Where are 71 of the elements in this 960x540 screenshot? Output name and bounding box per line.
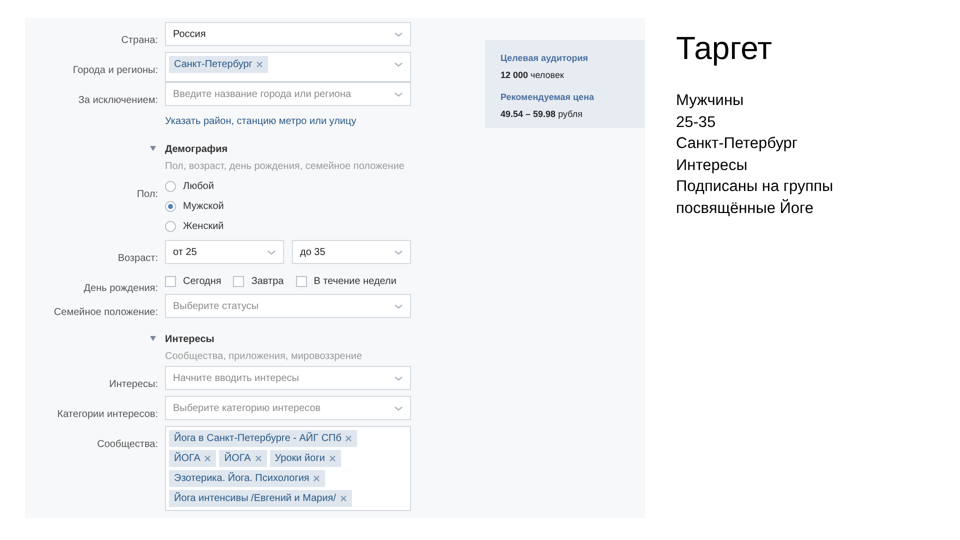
- radio-label: Женский: [183, 220, 224, 234]
- slide-text-line: 25-35: [676, 112, 717, 132]
- age-select-field[interactable]: от 25: [165, 240, 284, 264]
- summary-title: Рекомендуемая цена: [500, 91, 596, 104]
- address-link[interactable]: Указать район, станцию метро или улицу: [165, 112, 356, 134]
- remove-icon[interactable]: [328, 455, 336, 462]
- tag-input-field[interactable]: Йога в Санкт-Петербурге - АЙГ СПб ЙОГА ЙОГА Уроки йоги Эзотерика. Йога. Психология Йога интенсивы /Евгений и Мария/: [165, 426, 411, 511]
- tag-chip[interactable]: Йога интенсивы /Евгений и Мария/: [169, 490, 352, 507]
- radio-label: Любой: [183, 180, 214, 194]
- field-label: Семейное положение:: [54, 307, 158, 318]
- field-label: Категории интересов:: [57, 409, 158, 420]
- triangle-down-icon[interactable]: [150, 146, 156, 151]
- radio-button[interactable]: [165, 220, 176, 232]
- tag-chip[interactable]: Эзотерика. Йога. Психология: [169, 470, 326, 487]
- checkbox[interactable]: [296, 276, 307, 286]
- chevron-down-icon: [394, 32, 403, 36]
- chevron-down-icon: [394, 62, 403, 67]
- checkbox-label: Сегодня: [183, 274, 222, 288]
- checkbox[interactable]: [233, 276, 244, 286]
- remove-icon[interactable]: [340, 495, 347, 502]
- summary-value: 12 000 человек: [500, 68, 565, 82]
- remove-icon[interactable]: [254, 455, 262, 462]
- select-field[interactable]: Выберите статусы: [165, 294, 411, 318]
- remove-icon[interactable]: [345, 435, 352, 442]
- chevron-down-icon: [394, 376, 403, 380]
- section-title[interactable]: Демография: [165, 142, 404, 157]
- select-field[interactable]: Введите название города или региона: [165, 82, 411, 106]
- section-subtitle: Сообщества, приложения, мировоззрение: [165, 350, 362, 364]
- tag-chip[interactable]: Уроки йоги: [270, 450, 341, 467]
- field-label: Пол:: [136, 189, 158, 200]
- radio-button[interactable]: [165, 200, 176, 212]
- slide-text-line: Интересы: [676, 156, 748, 176]
- remove-icon[interactable]: [313, 475, 320, 482]
- triangle-down-icon[interactable]: [150, 336, 156, 341]
- tag-chip[interactable]: ЙОГА: [169, 450, 216, 467]
- slide-text-line: Мужчины: [676, 91, 745, 111]
- checkbox[interactable]: [165, 276, 176, 286]
- chevron-down-icon: [267, 250, 276, 254]
- chevron-down-icon: [394, 406, 403, 410]
- slide-text-line: посвящённые Йоге: [676, 198, 814, 218]
- radio-label: Мужской: [183, 200, 224, 214]
- radio-button[interactable]: [165, 180, 176, 192]
- tag-chip[interactable]: Санкт-Петербург: [169, 56, 268, 73]
- slide-title: Таргет: [676, 29, 774, 68]
- summary-value: 49.54 – 59.98 рубля: [500, 108, 584, 121]
- chevron-down-icon: [394, 250, 403, 254]
- remove-icon[interactable]: [256, 61, 264, 68]
- slide-text-line: Подписаны на группы: [676, 177, 834, 197]
- summary-title: Целевая аудитория: [500, 52, 590, 65]
- field-label: За исключением:: [78, 95, 158, 106]
- slide-text-line: Санкт-Петербург: [676, 134, 799, 154]
- checkbox-label: Завтра: [251, 274, 284, 288]
- select-field[interactable]: Выберите категорию интересов: [165, 396, 411, 420]
- tag-chip[interactable]: ЙОГА: [219, 450, 267, 467]
- section-title[interactable]: Интересы: [165, 332, 362, 347]
- field-label: Города и регионы:: [72, 65, 158, 76]
- chevron-down-icon: [394, 92, 403, 96]
- remove-icon[interactable]: [204, 455, 212, 462]
- select-field[interactable]: Начните вводить интересы: [165, 366, 411, 390]
- field-label: Возраст:: [118, 253, 158, 264]
- tag-input-field[interactable]: Санкт-Петербург: [165, 52, 411, 82]
- checkbox-label: В течение недели: [314, 274, 396, 288]
- field-label: Страна:: [121, 35, 158, 46]
- field-label: Сообщества:: [97, 439, 158, 450]
- tag-chip[interactable]: Йога в Санкт-Петербурге - АЙГ СПб: [169, 430, 358, 447]
- field-label: Интересы:: [109, 379, 158, 390]
- field-label: День рождения:: [84, 283, 158, 294]
- chevron-down-icon: [394, 304, 403, 308]
- select-field[interactable]: Россия: [165, 22, 411, 46]
- age-select-field[interactable]: до 35: [292, 240, 411, 264]
- section-subtitle: Пол, возраст, день рождения, семейное положение: [165, 160, 404, 174]
